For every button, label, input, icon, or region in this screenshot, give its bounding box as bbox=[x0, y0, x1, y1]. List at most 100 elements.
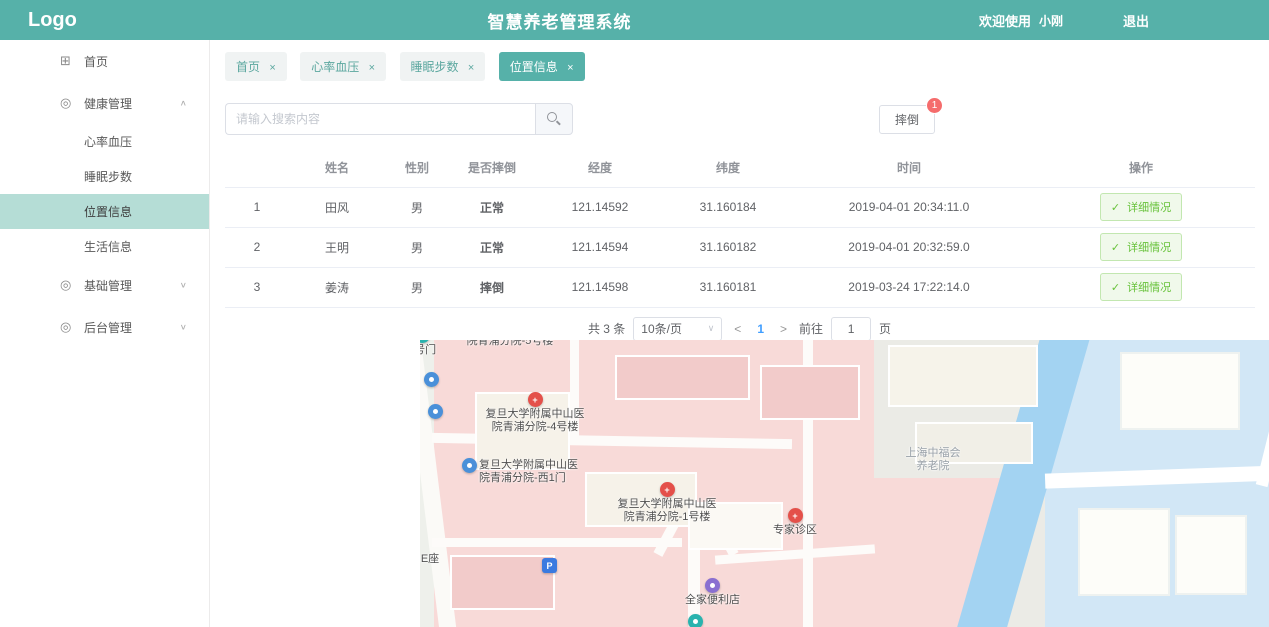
cell-gender: 男 bbox=[385, 267, 449, 307]
close-icon[interactable]: × bbox=[567, 62, 573, 74]
close-icon[interactable]: × bbox=[468, 62, 474, 74]
parking-icon: P bbox=[542, 558, 557, 573]
map-road bbox=[432, 538, 682, 547]
cell-time: 2019-04-01 20:34:11.0 bbox=[791, 187, 1027, 227]
page-number-1[interactable]: 1 bbox=[753, 322, 768, 336]
chevron-down-icon: ∨ bbox=[180, 281, 187, 290]
tab-location-info[interactable]: 位置信息 × bbox=[499, 52, 585, 81]
app-logo: Logo bbox=[0, 9, 210, 32]
map-poi-hospital-building1[interactable]: + 复旦大学附属中山医 院青浦分院-1号楼 bbox=[602, 482, 732, 524]
toolbar: 摔倒 1 bbox=[225, 103, 1269, 137]
column-header-time: 时间 bbox=[791, 149, 1027, 187]
fall-count-badge: 1 bbox=[926, 97, 943, 114]
detail-button-label: 详细情况 bbox=[1127, 202, 1171, 214]
map-building bbox=[1120, 352, 1240, 430]
grid-icon: ⊞ bbox=[60, 53, 84, 69]
cell-longitude: 121.14594 bbox=[535, 227, 665, 267]
tab-sleep-steps[interactable]: 睡眠步数 × bbox=[400, 52, 486, 81]
map-building bbox=[615, 355, 750, 400]
sidebar-item-label: 睡眠步数 bbox=[84, 168, 132, 185]
pin-icon: ◎ bbox=[60, 277, 84, 293]
fall-filter-button[interactable]: 摔倒 1 bbox=[879, 105, 935, 134]
welcome-text: 欢迎使用 bbox=[979, 11, 1031, 30]
cell-name: 田风 bbox=[289, 187, 385, 227]
map-poi-metro[interactable] bbox=[688, 614, 703, 627]
check-icon: ✓ bbox=[1111, 202, 1120, 214]
column-header-index bbox=[225, 149, 289, 187]
tab-label: 首页 bbox=[236, 60, 260, 74]
bus-stop-icon bbox=[424, 372, 439, 387]
chevron-down-icon: ∨ bbox=[180, 323, 187, 332]
map-poi-convenience-store[interactable]: 全家便利店 bbox=[675, 578, 750, 607]
tab-bar: 首页 × 心率血压 × 睡眠步数 × 位置信息 × bbox=[210, 40, 1269, 87]
table-row: 2 王明 男 正常 121.14594 31.160182 2019-04-01… bbox=[225, 227, 1255, 267]
column-header-longitude: 经度 bbox=[535, 149, 665, 187]
map-building bbox=[1078, 508, 1170, 596]
pin-icon: ◎ bbox=[60, 319, 84, 335]
cell-latitude: 31.160181 bbox=[665, 267, 791, 307]
gate-icon bbox=[420, 340, 430, 343]
map-poi-hospital-building4[interactable]: + 复旦大学附属中山医 院青浦分院-4号楼 bbox=[470, 392, 600, 434]
status-badge: 正常 bbox=[449, 187, 535, 227]
sidebar-item-life-info[interactable]: 生活信息 bbox=[0, 229, 209, 264]
column-header-latitude: 纬度 bbox=[665, 149, 791, 187]
tab-label: 位置信息 bbox=[510, 60, 558, 74]
goto-label: 前往 bbox=[799, 320, 823, 337]
map-poi-expert-clinic[interactable]: + 专家诊区 bbox=[760, 508, 830, 537]
logout-button[interactable]: 退出 bbox=[1123, 11, 1149, 30]
detail-button[interactable]: ✓ 详细情况 bbox=[1100, 273, 1182, 301]
cell-index: 3 bbox=[225, 267, 289, 307]
search-icon bbox=[547, 112, 557, 122]
next-page-button[interactable]: > bbox=[776, 322, 791, 336]
tab-label: 睡眠步数 bbox=[411, 60, 459, 74]
map-poi-gate4[interactable]: 4号门 bbox=[420, 340, 436, 357]
map-poi-west-gate1[interactable]: 复旦大学附属中山医 院青浦分院-西1门 bbox=[462, 458, 578, 485]
sidebar-item-label: 位置信息 bbox=[84, 203, 132, 220]
status-badge: 正常 bbox=[449, 227, 535, 267]
sidebar-item-home[interactable]: ⊞ 首页 bbox=[0, 40, 209, 82]
search-button[interactable] bbox=[535, 103, 573, 135]
goto-page-input[interactable] bbox=[831, 317, 871, 341]
table-row: 1 田风 男 正常 121.14592 31.160184 2019-04-01… bbox=[225, 187, 1255, 227]
fall-button-label: 摔倒 bbox=[895, 113, 919, 127]
sidebar-item-health-management[interactable]: ◎ 健康管理 ∧ bbox=[0, 82, 209, 124]
sidebar-item-label: 后台管理 bbox=[84, 319, 132, 336]
hospital-icon: + bbox=[788, 508, 803, 523]
cell-time: 2019-04-01 20:32:59.0 bbox=[791, 227, 1027, 267]
gate-icon bbox=[462, 458, 477, 473]
detail-button-label: 详细情况 bbox=[1127, 242, 1171, 254]
map-poi-bus-stop[interactable] bbox=[428, 404, 443, 419]
map-poi-parking[interactable]: P bbox=[542, 558, 557, 573]
status-badge: 摔倒 bbox=[449, 267, 535, 307]
location-map[interactable]: 院青浦分院-5号楼 4号门 + 复旦大学附属中山医 院青浦分院-4号楼 复旦大学… bbox=[420, 340, 1269, 627]
prev-page-button[interactable]: < bbox=[730, 322, 745, 336]
column-header-gender: 性别 bbox=[385, 149, 449, 187]
hospital-icon: + bbox=[528, 392, 543, 407]
hospital-icon: + bbox=[660, 482, 675, 497]
cell-latitude: 31.160182 bbox=[665, 227, 791, 267]
metro-icon bbox=[688, 614, 703, 627]
page-size-select[interactable]: 10条/页 ∨ bbox=[633, 317, 722, 341]
location-table: 姓名 性别 是否摔倒 经度 纬度 时间 操作 1 田风 男 正常 121.145… bbox=[225, 149, 1255, 308]
table-header-row: 姓名 性别 是否摔倒 经度 纬度 时间 操作 bbox=[225, 149, 1255, 187]
sidebar-item-basic-management[interactable]: ◎ 基础管理 ∨ bbox=[0, 264, 209, 306]
pin-icon: ◎ bbox=[60, 95, 84, 111]
sidebar-item-backend-management[interactable]: ◎ 后台管理 ∨ bbox=[0, 306, 209, 348]
cell-name: 姜涛 bbox=[289, 267, 385, 307]
sidebar-item-location-info[interactable]: 位置信息 bbox=[0, 194, 209, 229]
sidebar-item-heart-rate[interactable]: 心率血压 bbox=[0, 124, 209, 159]
tab-home[interactable]: 首页 × bbox=[225, 52, 287, 81]
sidebar-item-sleep-steps[interactable]: 睡眠步数 bbox=[0, 159, 209, 194]
sidebar-item-label: 首页 bbox=[84, 53, 108, 70]
detail-button[interactable]: ✓ 详细情况 bbox=[1100, 193, 1182, 221]
map-poi-bus-stop[interactable] bbox=[424, 372, 439, 387]
cell-index: 1 bbox=[225, 187, 289, 227]
close-icon[interactable]: × bbox=[369, 62, 375, 74]
detail-button[interactable]: ✓ 详细情况 bbox=[1100, 233, 1182, 261]
pagination-total: 共 3 条 bbox=[588, 320, 625, 337]
close-icon[interactable]: × bbox=[269, 62, 275, 74]
tab-heart-rate[interactable]: 心率血压 × bbox=[300, 52, 386, 81]
cell-longitude: 121.14598 bbox=[535, 267, 665, 307]
search-input[interactable] bbox=[225, 103, 535, 135]
username: 小刚 bbox=[1039, 12, 1063, 29]
